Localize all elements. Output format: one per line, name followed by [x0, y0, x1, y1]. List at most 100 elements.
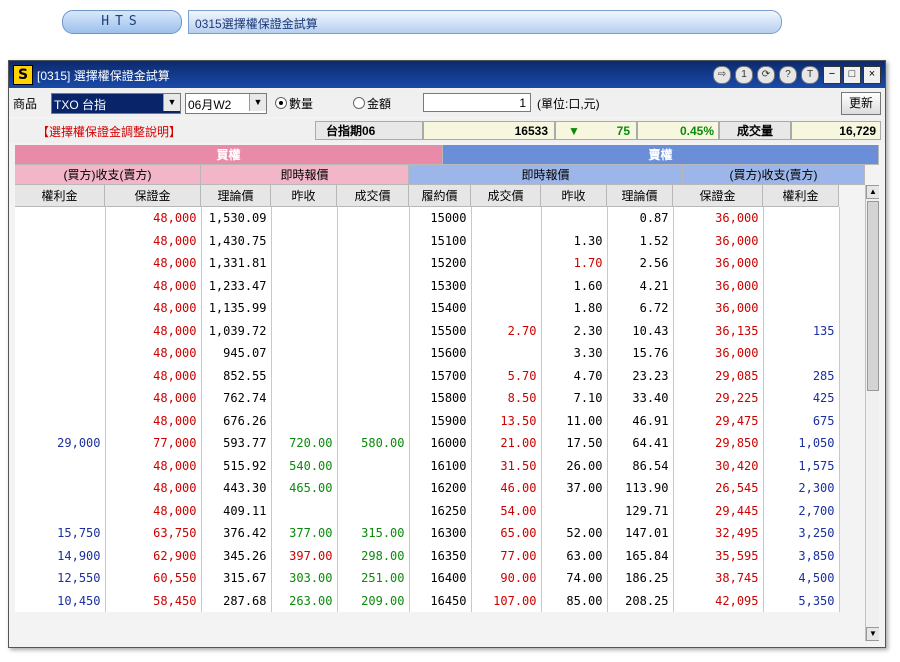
product-select[interactable]: TXO 台指 ▼	[51, 93, 181, 114]
table-row[interactable]: 14,900 62,900 345.26 397.00 298.00 16350 77.00…	[15, 544, 840, 567]
scroll-up-icon[interactable]: ▲	[866, 185, 879, 199]
table-row[interactable]: 48,000 1,039.72 15500 2.70 2.30 10.43 36,135 13…	[15, 319, 840, 342]
cell-strike: 16200	[409, 477, 472, 500]
cell-put-premium	[763, 229, 840, 252]
margin-explain-link[interactable]: 【選擇權保證金調整說明】	[37, 123, 181, 140]
table-row[interactable]: 48,000 852.55 15700 5.70 4.70 23.23 29,085 285	[15, 364, 840, 387]
col-header-call-premium[interactable]: 權利金	[15, 185, 105, 207]
cell-put-theory: 6.72	[607, 297, 674, 320]
hts-logo-button[interactable]: HTS	[62, 10, 182, 34]
cell-call-theory: 593.77	[201, 432, 272, 455]
titlebar-tools: ⇨ 1 ⟳ ? T	[713, 66, 819, 84]
cell-strike: 15800	[409, 387, 472, 410]
cell-call-premium	[15, 342, 106, 365]
col-header-put-margin[interactable]: 保證金	[673, 185, 763, 207]
table-row[interactable]: 48,000 676.26 15900 13.50 11.00 46.91 29,475 67…	[15, 409, 840, 432]
window-titlebar[interactable]: S [0315] 選擇權保證金試算 ⇨ 1 ⟳ ? T − □ ×	[9, 61, 885, 88]
text-t-icon[interactable]: T	[801, 66, 819, 84]
cell-put-margin: 36,135	[673, 319, 764, 342]
option-chain-grid: 買權 賣權 (買方)收支(賣方) 即時報價 即時報價 (買方)收支(賣方) 權利…	[15, 145, 879, 641]
call-quote-group-header: 即時報價	[201, 165, 409, 185]
put-header: 賣權	[443, 145, 879, 165]
col-header-call-prev-close[interactable]: 昨收	[271, 185, 337, 207]
cell-put-margin: 42,095	[673, 589, 764, 612]
cell-put-premium: 135	[763, 319, 840, 342]
cell-put-last: 77.00	[471, 544, 542, 567]
table-row[interactable]: 48,000 1,331.81 15200 1.70 2.56 36,000	[15, 252, 840, 275]
table-row[interactable]: 12,550 60,550 315.67 303.00 251.00 16400 90.00…	[15, 567, 840, 590]
table-row[interactable]: 48,000 945.07 15600 3.30 15.76 36,000	[15, 342, 840, 365]
maximize-button[interactable]: □	[843, 66, 861, 84]
call-header: 買權	[15, 145, 443, 165]
cell-call-prev-close	[271, 319, 338, 342]
app-s-icon: S	[13, 65, 33, 85]
col-header-call-last[interactable]: 成交價	[337, 185, 409, 207]
cell-call-theory: 1,430.75	[201, 229, 272, 252]
cell-call-margin: 48,000	[105, 364, 202, 387]
table-row[interactable]: 48,000 762.74 15800 8.50 7.10 33.40 29,225 425	[15, 387, 840, 410]
cell-put-prev-close: 1.30	[541, 229, 608, 252]
close-button[interactable]: ×	[863, 66, 881, 84]
link-arrow-icon[interactable]: ⇨	[713, 66, 731, 84]
table-row[interactable]: 48,000 1,430.75 15100 1.30 1.52 36,000	[15, 229, 840, 252]
col-header-call-margin[interactable]: 保證金	[105, 185, 201, 207]
table-row[interactable]: 48,000 1,135.99 15400 1.80 6.72 36,000	[15, 297, 840, 320]
chevron-down-icon[interactable]: ▼	[249, 94, 266, 111]
cell-put-prev-close: 74.00	[541, 567, 608, 590]
cell-call-prev-close: 720.00	[271, 432, 338, 455]
chevron-down-icon[interactable]: ▼	[163, 94, 180, 111]
cell-call-premium: 14,900	[15, 544, 106, 567]
cell-put-theory: 186.25	[607, 567, 674, 590]
cell-call-theory: 443.30	[201, 477, 272, 500]
unit-label: (單位:口,元)	[537, 97, 600, 111]
minimize-button[interactable]: −	[823, 66, 841, 84]
scroll-down-icon[interactable]: ▼	[866, 627, 879, 641]
refresh-icon[interactable]: ⟳	[757, 66, 775, 84]
window-controls: − □ ×	[823, 66, 881, 84]
cell-call-theory: 376.42	[201, 522, 272, 545]
table-row[interactable]: 48,000 1,530.09 15000 0.87 36,000	[15, 207, 840, 230]
quantity-input[interactable]: 1	[423, 93, 531, 112]
col-header-put-theory[interactable]: 理論價	[607, 185, 673, 207]
month-select[interactable]: 06月W2 ▼	[185, 93, 267, 114]
cell-call-last	[337, 207, 410, 230]
radio-quantity[interactable]	[275, 97, 287, 109]
table-row[interactable]: 48,000 515.92 540.00 16100 31.50 26.00 86.54 30…	[15, 454, 840, 477]
update-button[interactable]: 更新	[841, 92, 881, 115]
col-header-call-theory[interactable]: 理論價	[201, 185, 271, 207]
vertical-scrollbar[interactable]: ▲ ▼	[865, 185, 879, 641]
cell-put-premium: 285	[763, 364, 840, 387]
radio-amount[interactable]	[353, 97, 365, 109]
number-one-icon[interactable]: 1	[735, 66, 753, 84]
product-value: TXO 台指	[54, 98, 107, 112]
cell-call-last	[337, 477, 410, 500]
cell-put-theory: 4.21	[607, 274, 674, 297]
table-row[interactable]: 29,000 77,000 593.77 720.00 580.00 16000 21.00…	[15, 432, 840, 455]
col-header-put-last[interactable]: 成交價	[471, 185, 541, 207]
cell-call-theory: 1,233.47	[201, 274, 272, 297]
table-row[interactable]: 10,450 58,450 287.68 263.00 209.00 16450 107.0…	[15, 589, 840, 612]
cell-put-margin: 38,745	[673, 567, 764, 590]
cell-call-prev-close	[271, 342, 338, 365]
cell-call-premium	[15, 454, 106, 477]
cell-call-premium	[15, 207, 106, 230]
col-header-put-premium[interactable]: 權利金	[763, 185, 839, 207]
table-row[interactable]: 48,000 409.11 16250 54.00 129.71 29,445 2,700	[15, 499, 840, 522]
cell-put-theory: 113.90	[607, 477, 674, 500]
scroll-thumb[interactable]	[867, 201, 879, 391]
cell-call-margin: 62,900	[105, 544, 202, 567]
table-row[interactable]: 15,750 63,750 376.42 377.00 315.00 16300 65.00…	[15, 522, 840, 545]
cell-call-last: 251.00	[337, 567, 410, 590]
table-row[interactable]: 48,000 443.30 465.00 16200 46.00 37.00 113.90 2…	[15, 477, 840, 500]
cell-put-premium: 675	[763, 409, 840, 432]
cell-put-margin: 29,850	[673, 432, 764, 455]
cell-call-prev-close	[271, 229, 338, 252]
table-row[interactable]: 48,000 1,233.47 15300 1.60 4.21 36,000	[15, 274, 840, 297]
cell-call-prev-close	[271, 252, 338, 275]
col-header-put-prev-close[interactable]: 昨收	[541, 185, 607, 207]
col-header-strike[interactable]: 履約價	[409, 185, 471, 207]
product-label: 商品	[13, 97, 38, 111]
cell-strike: 15100	[409, 229, 472, 252]
help-icon[interactable]: ?	[779, 66, 797, 84]
cell-call-theory: 515.92	[201, 454, 272, 477]
